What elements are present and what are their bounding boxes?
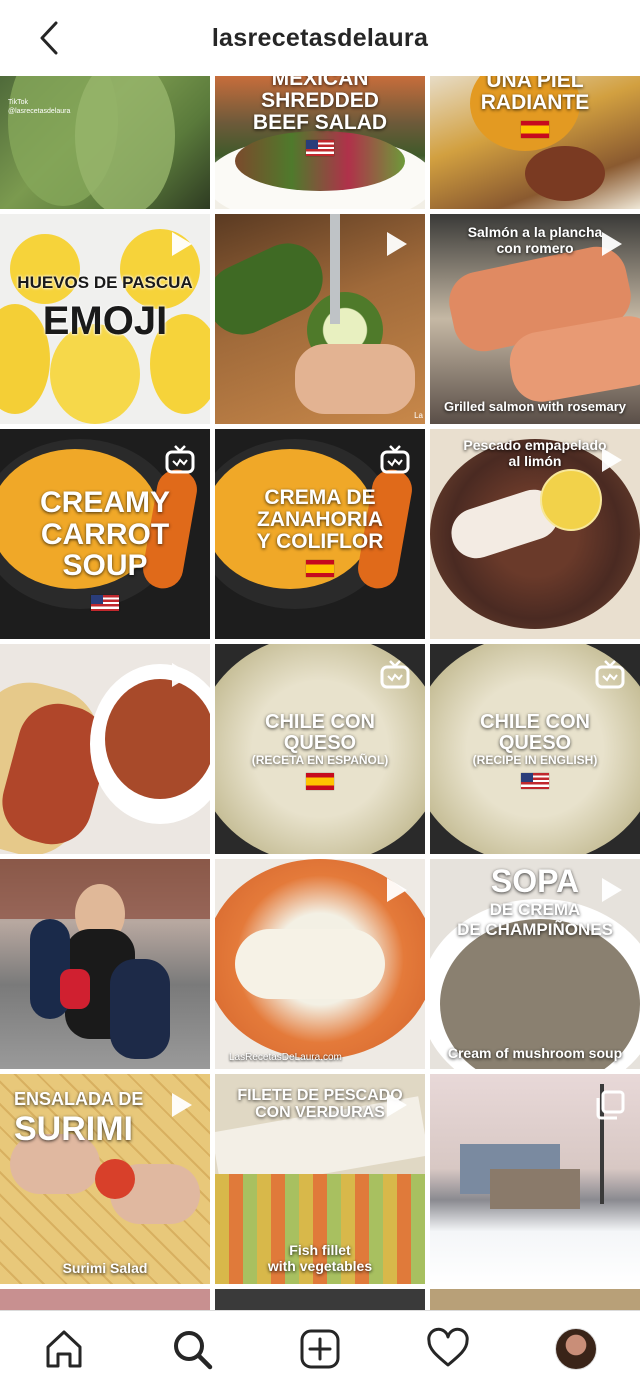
add-post-icon <box>300 1329 340 1369</box>
igtv-icon <box>595 660 625 689</box>
post-tile[interactable] <box>0 1289 210 1310</box>
overlay-caption: Fish fillet with vegetables <box>267 1242 373 1275</box>
play-icon <box>602 232 622 256</box>
post-tile[interactable] <box>430 1289 640 1310</box>
play-icon <box>172 1093 192 1117</box>
overlay-caption: Grilled salmon with rosemary <box>443 399 627 414</box>
home-icon <box>46 1330 82 1368</box>
overlay-title: CREMA DE ZANAHORIA Y COLIFLOR <box>215 486 425 579</box>
spain-flag-icon <box>521 121 549 139</box>
tab-search[interactable] <box>168 1325 216 1373</box>
overlay-caption: Cream of mushroom soup <box>447 1045 623 1061</box>
us-flag-icon <box>521 773 549 790</box>
play-icon <box>172 232 192 256</box>
overlay-title: HUEVOS DE PASCUA <box>17 273 193 292</box>
carousel-icon <box>596 1090 625 1120</box>
post-tile[interactable] <box>0 859 210 1069</box>
tiktok-watermark: TikTok @lasrecetasdelaura <box>8 99 71 116</box>
heart-icon <box>427 1327 469 1367</box>
play-icon <box>602 878 622 902</box>
play-icon <box>172 663 192 687</box>
overlay-title: CHILE CON QUESO (RECETA EN ESPAÑOL) <box>215 712 425 792</box>
chevron-left-icon <box>40 21 58 55</box>
overlay-title: UNA PIEL RADIANTE <box>430 76 640 140</box>
igtv-icon <box>165 445 195 474</box>
tab-home[interactable] <box>40 1325 88 1373</box>
post-tile[interactable] <box>215 1289 425 1310</box>
back-button[interactable] <box>32 20 66 56</box>
overlay-title: DE CHAMPIÑONES <box>457 920 613 939</box>
overlay-title: MEXICAN SHREDDED BEEF SALAD <box>215 76 425 158</box>
play-icon <box>387 1093 407 1117</box>
play-icon <box>387 232 407 256</box>
post-tile[interactable]: TikTok @lasrecetasdelaura <box>0 76 210 209</box>
top-bar: lasrecetasdelaura <box>0 0 640 76</box>
spain-flag-icon <box>306 772 334 790</box>
overlay-title: CHILE CON QUESO (RECIPE IN ENGLISH) <box>430 712 640 792</box>
tab-profile[interactable] <box>552 1325 600 1373</box>
igtv-icon <box>380 445 410 474</box>
tab-activity[interactable] <box>424 1325 472 1373</box>
tab-new-post[interactable] <box>296 1325 344 1373</box>
avatar <box>555 1328 597 1370</box>
play-icon <box>602 448 622 472</box>
post-tile[interactable]: UNA PIEL RADIANTE <box>430 76 640 209</box>
watermark: La <box>414 411 423 420</box>
spain-flag-icon <box>306 560 334 578</box>
profile-username: lasrecetasdelaura <box>211 23 429 52</box>
us-flag-icon <box>306 139 334 156</box>
bottom-tab-bar <box>0 1310 640 1387</box>
play-icon <box>387 878 407 902</box>
overlay-caption: Surimi Salad <box>62 1260 148 1276</box>
us-flag-icon <box>91 594 119 611</box>
overlay-title: CREAMY CARROT SOUP <box>0 487 210 617</box>
watermark: LasRecetasDeLaura.com <box>229 1052 342 1063</box>
post-tile[interactable]: MEXICAN SHREDDED BEEF SALAD <box>215 76 425 209</box>
post-grid: TikTok @lasrecetasdelaura MEXICAN SHREDD… <box>0 76 640 1310</box>
igtv-icon <box>380 660 410 689</box>
overlay-title: EMOJI <box>42 299 168 343</box>
search-icon <box>174 1331 213 1370</box>
